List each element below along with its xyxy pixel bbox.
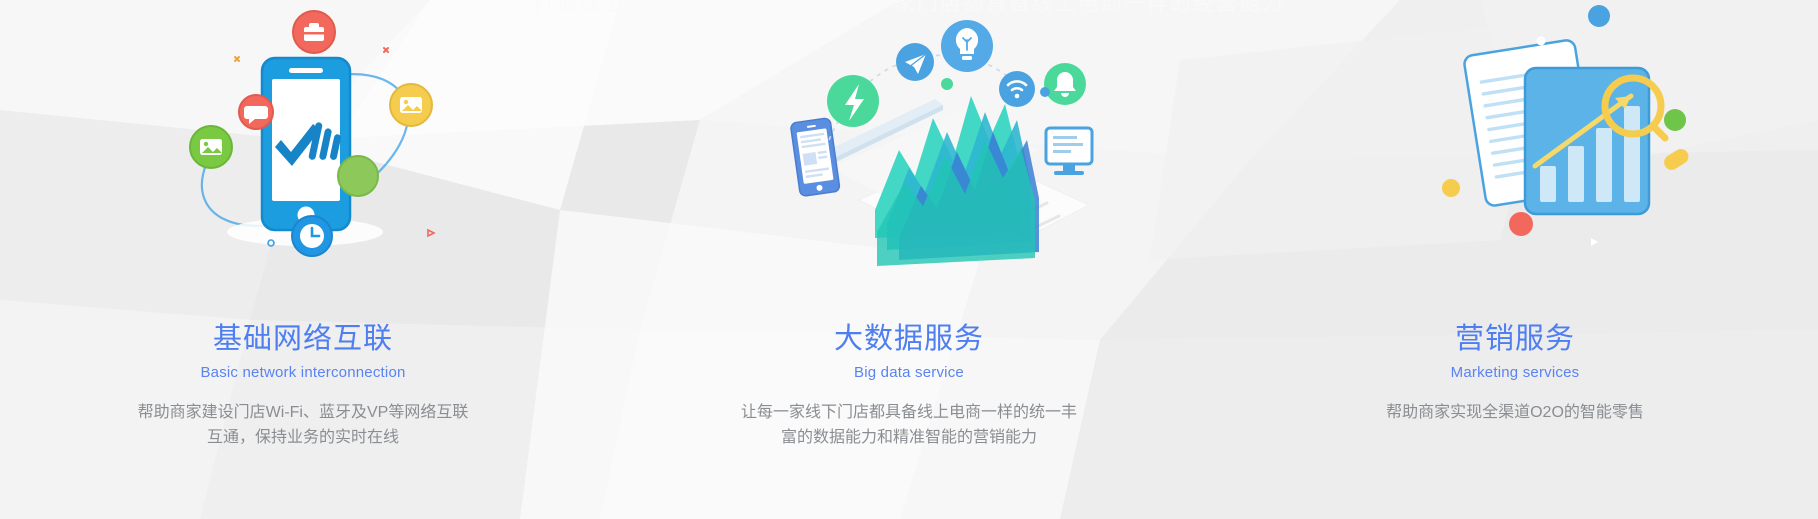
column-description: 帮助商家实现全渠道O2O的智能零售: [1386, 403, 1644, 421]
column-subtitle: Basic network interconnection: [200, 363, 406, 381]
green-dot-icon: [337, 155, 379, 197]
bell-icon: [1044, 63, 1086, 105]
column-subtitle: Marketing services: [1450, 363, 1580, 381]
marketing-report-illustration: [1212, 0, 1818, 300]
clock-icon: [291, 215, 333, 257]
column-description: 让每一家线下门店都具备线上电商一样的统一丰 富的数据能力和精准智能的营销能力: [740, 403, 1077, 446]
monitor-icon: [1044, 126, 1094, 175]
white-triangle-icon: [1591, 238, 1598, 246]
chat-bubble-icon: [238, 94, 274, 130]
lightbulb-icon: [941, 20, 993, 72]
card-photo-icon: [389, 83, 433, 127]
lightning-bolt-icon: [827, 75, 879, 127]
image-gallery-icon: [189, 125, 233, 169]
white-dot-icon: [1536, 36, 1546, 46]
column-subtitle: Big data service: [854, 363, 964, 381]
yellow-dot-icon: [1442, 179, 1460, 197]
column-description: 帮助商家建设门店Wi-Fi、蓝牙及VP等网络互联 互通，保持业务的实时在线: [137, 403, 469, 446]
blue-dot-icon: [1588, 5, 1610, 27]
red-dot-icon: [1509, 212, 1533, 236]
column-title: 大数据服务: [833, 323, 984, 355]
feature-column-big-data: 大数据服务 Big data service 让每一家线下门店都具备线上电商一样…: [606, 0, 1212, 519]
green-dot-icon: [1664, 109, 1686, 131]
briefcase-icon: [292, 10, 336, 54]
feature-columns: 基础网络互联 Basic network interconnection 帮助商…: [0, 0, 1818, 519]
paper-plane-icon: [896, 43, 934, 81]
column-title: 营销服务: [1454, 323, 1575, 355]
phone-connectivity-illustration: [0, 0, 606, 300]
column-title: 基础网络互联: [212, 323, 393, 355]
green-dot-icon: [941, 78, 953, 90]
feature-column-basic-network: 基础网络互联 Basic network interconnection 帮助商…: [0, 0, 606, 519]
service-feature-banner: 打通线上线下 构建智慧门店 让每一家门店都具备线上电商一样的经营能力 基础网络互…: [0, 0, 1818, 519]
blue-dot-icon: [1040, 87, 1050, 97]
big-data-chart-illustration: [606, 0, 1212, 300]
yellow-pill-icon: [1664, 149, 1689, 170]
feature-column-marketing: 营销服务 Marketing services 帮助商家实现全渠道O2O的智能零…: [1212, 0, 1818, 519]
wifi-icon: [999, 71, 1035, 107]
